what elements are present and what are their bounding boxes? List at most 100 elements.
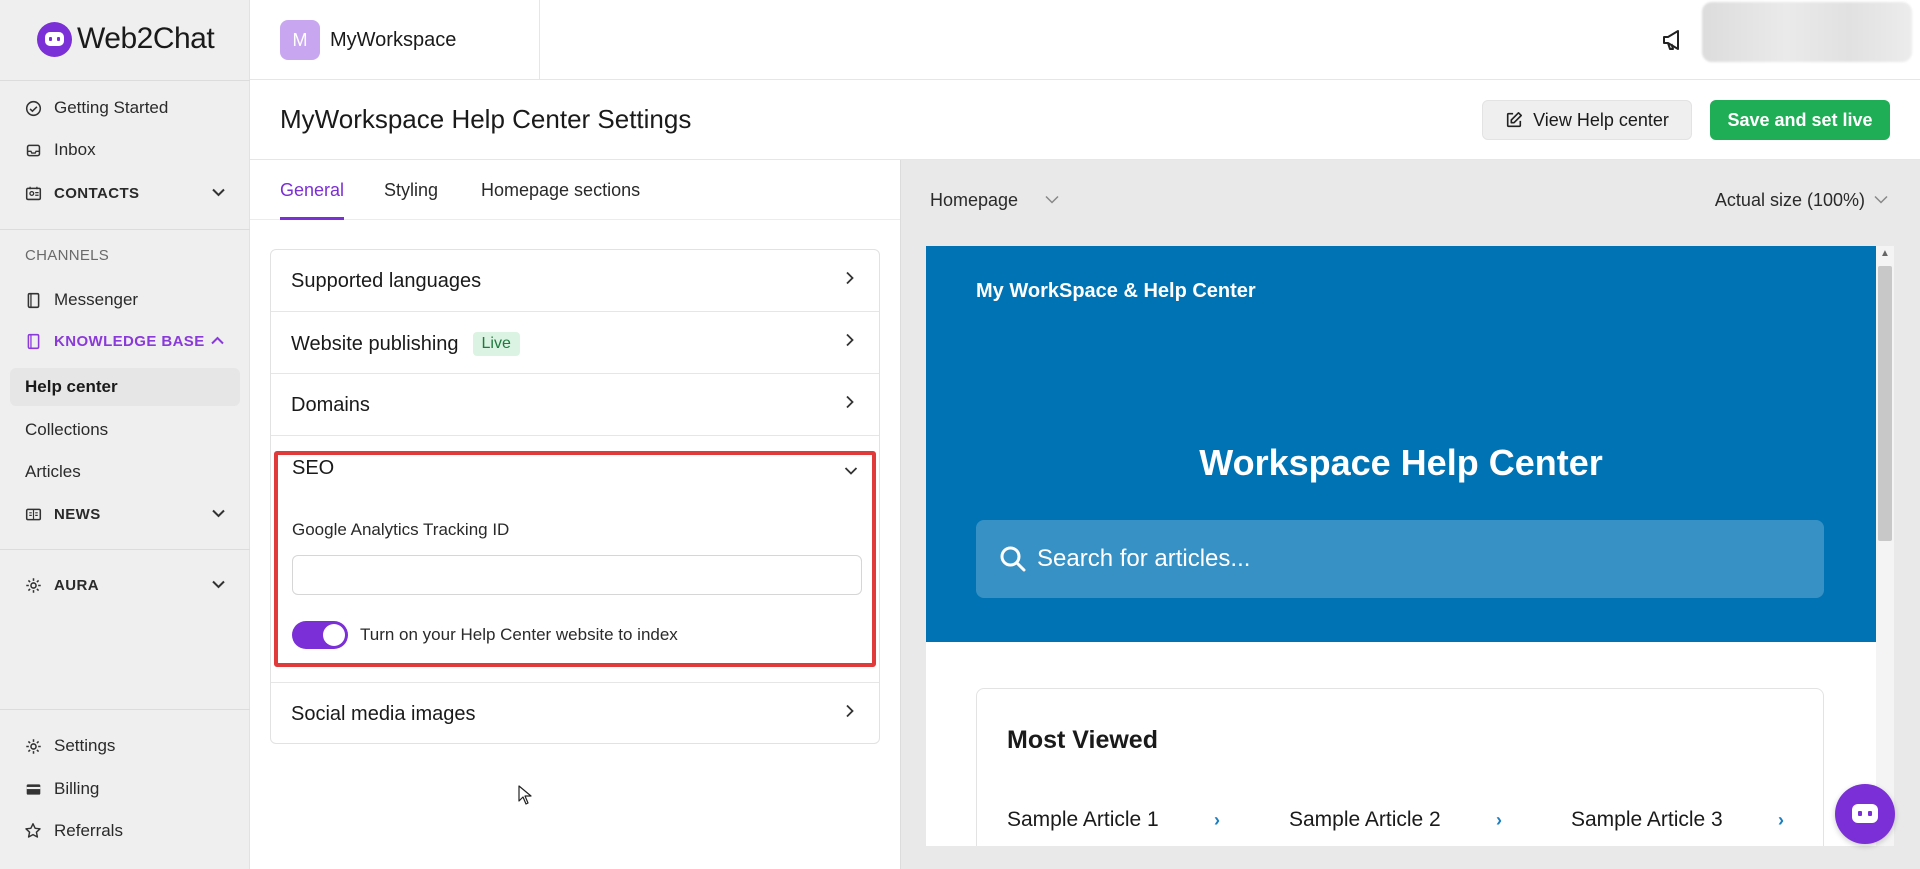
app-logo[interactable]: Web2Chat [37,19,215,59]
megaphone-icon[interactable] [1660,26,1688,54]
section-title: Social media images [291,703,476,725]
section-label-channels: CHANNELS [25,247,110,264]
sidebar-item-label: NEWS [54,505,101,523]
help-center-preview: My WorkSpace & Help Center Workspace Hel… [926,246,1876,846]
chevron-right-icon [843,270,857,285]
chevron-right-icon [843,703,857,718]
sidebar-item-settings[interactable]: Settings [24,734,115,758]
app-name: Web2Chat [77,22,215,55]
chat-widget-bot-icon[interactable] [1835,784,1895,844]
tab-homepage-sections[interactable]: Homepage sections [481,180,640,220]
star-icon [24,822,42,840]
sidebar-item-messenger[interactable]: Messenger [24,288,138,312]
divider [0,80,250,81]
view-help-center-label: View Help center [1533,109,1669,130]
chevron-down-icon[interactable] [844,463,858,477]
status-badge: Live [472,332,520,356]
check-circle-icon [24,99,42,117]
sidebar-item-getting-started[interactable]: Getting Started [24,96,168,120]
chevron-down-icon[interactable] [212,184,225,200]
chevron-right-icon: › [1778,810,1784,830]
page-header: MyWorkspace Help Center Settings View He… [250,80,1920,160]
chevron-down-icon[interactable] [212,505,225,521]
chevron-right-icon [843,394,857,409]
search-placeholder: Search for articles... [1037,545,1251,572]
chevron-down-icon[interactable] [1045,191,1059,207]
preview-zoom-select[interactable]: Actual size (100%) [1715,190,1865,211]
sidebar-item-label: Help center [25,377,118,396]
sidebar-item-billing[interactable]: Billing [24,777,99,801]
mouse-cursor-icon [518,785,532,805]
inbox-icon [24,141,42,159]
section-seo: SEO Google Analytics Tracking ID Turn on… [274,451,876,667]
sidebar-item-articles[interactable]: Articles [25,462,81,482]
hero-banner: My WorkSpace & Help Center Workspace Hel… [926,246,1876,642]
tab-styling[interactable]: Styling [384,180,438,220]
scrollbar-thumb[interactable] [1878,266,1892,541]
ga-tracking-id-input[interactable] [292,555,862,595]
section-title: Supported languages [291,270,482,292]
sidebar-item-referrals[interactable]: Referrals [24,819,123,843]
sidebar-item-label: CONTACTS [54,184,140,202]
sidebar: Web2Chat Getting Started Inbox CONTACTS … [0,0,250,869]
chevron-right-icon [843,332,857,347]
article-link[interactable]: Sample Article 2 [1289,808,1441,832]
index-toggle-label: Turn on your Help Center website to inde… [360,625,678,644]
section-title: Website publishing Live [291,332,520,356]
sidebar-item-label: Settings [54,736,116,755]
help-center-brand[interactable]: My WorkSpace & Help Center [976,280,1256,303]
edit-icon [1505,111,1523,129]
divider [0,549,250,550]
sidebar-item-news[interactable]: NEWS [24,502,225,526]
article-search-input[interactable]: Search for articles... [976,520,1824,598]
index-toggle[interactable] [292,621,348,649]
tab-general[interactable]: General [280,180,345,220]
logo-bot-icon [37,21,72,57]
section-supported-languages[interactable]: Supported languages [271,250,879,312]
scroll-up-arrow-icon[interactable]: ▲ [1880,248,1890,259]
workspace-name[interactable]: MyWorkspace [330,29,456,52]
section-title[interactable]: SEO [292,457,334,480]
search-icon [998,544,1028,574]
contacts-icon [24,184,42,202]
sidebar-item-label: Referrals [54,821,123,840]
messenger-icon [24,291,42,309]
sidebar-item-aura[interactable]: AURA [24,573,225,597]
credit-card-icon [24,780,42,798]
workspace-avatar[interactable]: M [280,20,320,60]
preview-pane: Homepage Actual size (100%) My WorkSpace… [900,160,1920,869]
chevron-right-icon: › [1496,810,1502,830]
preview-scrollbar[interactable]: ▲ [1876,246,1894,846]
sidebar-item-label: Getting Started [54,98,169,117]
preview-page-select[interactable]: Homepage [930,190,1018,211]
gear-icon [24,576,42,594]
view-help-center-button[interactable]: View Help center [1482,100,1692,140]
sidebar-item-contacts[interactable]: CONTACTS [24,181,225,205]
sidebar-item-label: AURA [54,576,99,594]
most-viewed-card: Most Viewed Sample Article 1 › Sample Ar… [976,688,1824,846]
article-link[interactable]: Sample Article 3 [1571,808,1723,832]
ga-tracking-id-label: Google Analytics Tracking ID [292,520,510,539]
gear-icon [24,737,42,755]
sidebar-item-help-center[interactable]: Help center [10,368,240,406]
sidebar-item-inbox[interactable]: Inbox [24,138,96,162]
sidebar-item-collections[interactable]: Collections [25,420,108,440]
section-social-media-images[interactable]: Social media images [271,682,879,744]
hero-title: Workspace Help Center [1199,442,1603,483]
chevron-down-icon[interactable] [1874,191,1888,207]
news-icon [24,505,42,523]
chevron-down-icon[interactable] [212,576,225,592]
article-link[interactable]: Sample Article 1 [1007,808,1159,832]
divider [0,709,250,710]
section-website-publishing[interactable]: Website publishing Live [271,312,879,374]
page-title: MyWorkspace Help Center Settings [280,104,692,134]
section-domains[interactable]: Domains [271,374,879,436]
chevron-up-icon[interactable] [211,332,224,348]
section-title-text: Website publishing [291,333,459,355]
divider [539,0,540,80]
user-profile-menu[interactable] [1702,2,1912,62]
settings-tabs: General Styling Homepage sections [250,160,900,220]
save-and-set-live-button[interactable]: Save and set live [1710,100,1890,140]
divider [0,229,250,230]
sidebar-item-knowledge-base[interactable]: KNOWLEDGE BASE [24,329,224,353]
